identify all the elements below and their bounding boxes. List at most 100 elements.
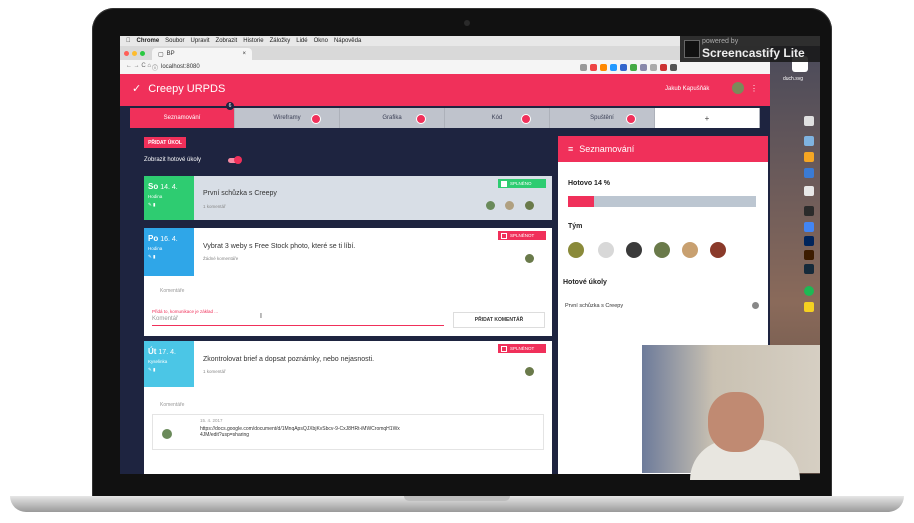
delete-icon[interactable]: ▮ <box>153 254 155 259</box>
tab-add[interactable]: + <box>655 108 760 128</box>
browser-tab[interactable]: ▢ BP × <box>152 48 252 60</box>
team-avatar[interactable] <box>710 242 726 258</box>
menu-lide[interactable]: Lidé <box>296 38 307 44</box>
delete-icon[interactable]: ▮ <box>153 202 155 207</box>
dock-app-icon[interactable] <box>804 168 814 178</box>
spotify-icon[interactable] <box>804 286 814 296</box>
task-comment-count: 1 komentář <box>203 369 226 374</box>
team-avatar[interactable] <box>598 242 614 258</box>
status-mark-done-button[interactable]: SPLNĚNOT <box>498 344 546 353</box>
edit-icon[interactable]: ✎ <box>148 254 152 259</box>
dock-app-icon[interactable] <box>804 116 814 126</box>
menu-dots-icon[interactable] <box>670 63 677 71</box>
task-title[interactable]: Zkontrolovat brief a dopsat poznámky, ne… <box>203 356 374 363</box>
dock-app-icon[interactable] <box>804 186 814 196</box>
extension-icon[interactable] <box>650 63 657 71</box>
menu-okno[interactable]: Okno <box>314 38 328 44</box>
forward-icon[interactable]: → <box>134 63 140 69</box>
comment-avatar <box>162 429 172 439</box>
menu-soubor[interactable]: Soubor <box>165 38 184 44</box>
reload-icon[interactable]: C <box>141 63 145 69</box>
extension-icons <box>580 62 765 72</box>
tab-label: Wireframy <box>273 115 301 121</box>
star-icon[interactable] <box>580 63 587 71</box>
task-day: Po <box>148 234 159 243</box>
app-title-text: Creepy URPDS <box>148 83 226 95</box>
task-tag: Kyselinka <box>148 359 168 364</box>
tab-grafika[interactable]: Grafika <box>340 108 445 128</box>
task-actions: ✎ ▮ <box>148 367 190 373</box>
info-icon[interactable] <box>752 302 759 309</box>
extension-icon[interactable] <box>600 63 607 71</box>
add-task-button[interactable]: PŘIDAT ÚKOL <box>144 137 186 148</box>
task-title[interactable]: První schůzka s Creepy <box>203 190 277 197</box>
home-icon[interactable]: ⌂ <box>147 63 151 69</box>
tab-spusteni[interactable]: Spuštění <box>550 108 655 128</box>
dock-app-icon[interactable] <box>804 136 814 146</box>
extension-icon[interactable] <box>590 63 597 71</box>
url-field[interactable]: ⓘ localhost:8080 <box>152 62 582 72</box>
menu-napoveda[interactable]: Nápověda <box>334 38 361 44</box>
extension-icon[interactable] <box>660 63 667 71</box>
tab-wireframy[interactable]: Wireframy <box>235 108 340 128</box>
illustrator-icon[interactable] <box>804 250 814 260</box>
status-mark-done-button[interactable]: SPLNĚNOT <box>498 231 546 240</box>
delete-icon[interactable]: ▮ <box>153 367 155 372</box>
tab-label: Spuštění <box>590 115 614 121</box>
page-icon: ▢ <box>158 51 164 58</box>
show-done-label: Zobrazit hotové úkoly <box>144 157 202 163</box>
done-task-item[interactable]: První schůzka s Creepy <box>565 303 623 309</box>
dock-app-icon[interactable] <box>804 152 814 162</box>
dock-app-icon[interactable] <box>804 206 814 216</box>
task-date: So 14. 4. Hodina ✎ ▮ <box>144 176 194 220</box>
url-text: localhost:8080 <box>161 64 200 70</box>
tab-seznamovani[interactable]: Seznamování 6 <box>130 102 235 128</box>
extension-icon[interactable] <box>630 63 637 71</box>
phase-tabs: Seznamování 6 Wireframy Grafika Kód Spuš… <box>130 102 760 128</box>
minimize-window-button[interactable] <box>132 51 137 56</box>
team-avatar[interactable] <box>654 242 670 258</box>
task-title[interactable]: Vybrat 3 weby s Free Stock photo, které … <box>203 243 355 250</box>
dock-app-icon[interactable] <box>804 302 814 312</box>
laptop-camera <box>464 20 470 26</box>
comment-text[interactable]: https://docs.google.com/document/d/1MnqA… <box>200 426 400 438</box>
team-avatar[interactable] <box>568 242 584 258</box>
team-avatar[interactable] <box>626 242 642 258</box>
nav-buttons: ← → C ⌂ <box>126 63 151 69</box>
menu-chrome[interactable]: Chrome <box>137 38 160 44</box>
status-done-button[interactable]: SPLNĚNO <box>498 179 546 188</box>
extension-icon[interactable] <box>610 63 617 71</box>
dock-app-icon[interactable] <box>804 222 814 232</box>
user-avatar[interactable] <box>732 82 744 94</box>
menu-zalozky[interactable]: Záložky <box>270 38 291 44</box>
menu-upravit[interactable]: Upravit <box>191 38 210 44</box>
tab-badge: 6 <box>226 102 234 110</box>
photoshop-icon[interactable] <box>804 236 814 246</box>
edit-icon[interactable]: ✎ <box>148 202 152 207</box>
extension-icon[interactable] <box>620 63 627 71</box>
menu-historie[interactable]: Historie <box>243 38 263 44</box>
apple-icon[interactable]:  <box>126 38 131 44</box>
lightroom-icon[interactable] <box>804 264 814 274</box>
checkbox-icon <box>501 180 507 187</box>
edit-icon[interactable]: ✎ <box>148 367 152 372</box>
extension-icon[interactable] <box>640 63 647 71</box>
tab-label: Grafika <box>382 115 402 121</box>
menu-icon[interactable]: ≡ <box>568 144 573 154</box>
team-avatar[interactable] <box>682 242 698 258</box>
more-vert-icon[interactable]: ⋮ <box>750 84 758 93</box>
toggle-knob[interactable] <box>234 156 242 164</box>
tab-kod[interactable]: Kód <box>445 108 550 128</box>
add-comment-button[interactable]: PŘIDAT KOMENTÁŘ <box>453 312 545 328</box>
back-icon[interactable]: ← <box>126 63 132 69</box>
maximize-window-button[interactable] <box>140 51 145 56</box>
comments-label: Komentáře <box>160 402 185 408</box>
avatar <box>486 201 495 210</box>
task-day: So <box>148 182 159 191</box>
menu-zobrazit[interactable]: Zobrazit <box>216 38 238 44</box>
close-window-button[interactable] <box>124 51 129 56</box>
user-name[interactable]: Jakub Kapušňák <box>665 86 709 92</box>
comment-input[interactable]: Komentář <box>152 316 444 326</box>
tab-close-icon[interactable]: × <box>242 51 246 57</box>
avatar <box>525 367 534 376</box>
